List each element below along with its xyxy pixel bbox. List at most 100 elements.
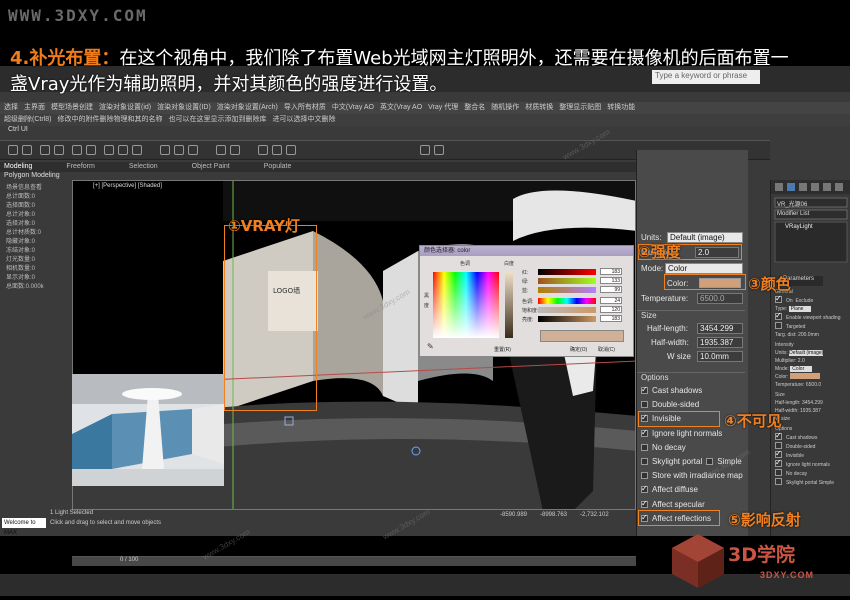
option-checkbox[interactable]: Cast shadows <box>641 385 749 400</box>
render-setup-icon[interactable] <box>272 145 282 155</box>
hue-spectrum[interactable] <box>433 272 499 338</box>
mode-select[interactable]: Color <box>665 263 743 274</box>
menu-item[interactable]: 渲染对象设置(ID) <box>157 104 211 111</box>
undo-icon[interactable] <box>8 145 18 155</box>
no-decay-checkbox[interactable]: No decay <box>775 469 849 478</box>
redo-icon[interactable] <box>22 145 32 155</box>
snap-icon[interactable] <box>160 145 170 155</box>
menu-item[interactable]: 也可以在这里显示添加到删除库 <box>168 116 266 123</box>
reset-button[interactable]: 重置(R) <box>494 346 511 355</box>
link-icon[interactable] <box>40 145 50 155</box>
hue-input[interactable]: 24 <box>600 297 622 304</box>
material-editor-icon[interactable] <box>258 145 268 155</box>
targeted-checkbox[interactable]: Targeted <box>775 322 849 331</box>
ui-chip[interactable]: Ctrl UI <box>4 126 32 136</box>
blue-slider[interactable] <box>538 287 596 293</box>
tab-freeform[interactable]: Freeform <box>66 163 94 170</box>
ignore-normals-checkbox[interactable]: Ignore light normals <box>775 458 849 469</box>
tab-modeling[interactable]: Modeling <box>4 163 32 170</box>
menu-item[interactable]: 主界面 <box>24 104 45 111</box>
tab-selection[interactable]: Selection <box>129 163 158 170</box>
exclude-button[interactable]: Exclude <box>795 298 813 304</box>
cancel-button[interactable]: 取消(C) <box>598 346 615 355</box>
option-checkbox[interactable]: Store with irradiance map <box>641 471 749 485</box>
align-icon[interactable] <box>230 145 240 155</box>
units-select[interactable]: Default (image) <box>789 350 824 356</box>
checkbox-icon[interactable] <box>706 457 714 465</box>
select-icon[interactable] <box>72 145 82 155</box>
angle-snap-icon[interactable] <box>174 145 184 155</box>
option-checkbox[interactable]: Affect diffuse <box>641 484 749 499</box>
menu-item[interactable]: 进可以选择中文删除 <box>272 116 335 123</box>
eyedropper-icon[interactable]: ✎ <box>427 342 434 351</box>
half-width-input[interactable]: 1935.387 <box>697 337 743 348</box>
saturation-input[interactable]: 120 <box>600 306 622 313</box>
menu-item[interactable]: 导入所有材质 <box>284 104 326 111</box>
red-input[interactable]: 183 <box>600 268 622 275</box>
value-input[interactable]: 183 <box>600 315 622 322</box>
whiteness-bar[interactable] <box>505 272 513 338</box>
maxscript-listener[interactable]: Welcome to MAX <box>2 518 46 536</box>
menu-item[interactable]: 修改中的附件删除物理和其的名称 <box>57 116 162 123</box>
menu-item[interactable]: 超级删除(Ctrl8) <box>4 116 51 123</box>
object-name-field[interactable]: VR_光源06 <box>777 199 807 208</box>
double-sided-checkbox[interactable]: Double-sided <box>775 442 849 451</box>
modifier-stack-item[interactable]: VRayLight <box>785 224 813 230</box>
menu-item[interactable]: 选择 <box>4 104 18 111</box>
polygon-modeling-label[interactable]: Polygon Modeling <box>4 172 60 179</box>
tab-object-paint[interactable]: Object Paint <box>192 163 230 170</box>
type-select[interactable]: Plane <box>788 306 812 312</box>
menu-item[interactable]: 整理显示贴图 <box>559 104 601 111</box>
invisible-checkbox[interactable]: Invisible <box>775 449 849 460</box>
multiplier-input[interactable]: 2.0 <box>798 358 805 364</box>
z-coordinate[interactable]: -2,732.102 <box>580 512 609 518</box>
value-slider[interactable] <box>538 316 596 322</box>
scale-icon[interactable] <box>132 145 142 155</box>
temperature-input[interactable]: 6500.0 <box>697 293 743 304</box>
hue-slider[interactable] <box>538 298 596 304</box>
unlink-icon[interactable] <box>54 145 64 155</box>
color-swatch[interactable] <box>789 373 820 379</box>
percent-snap-icon[interactable] <box>188 145 198 155</box>
ok-button[interactable]: 确定(O) <box>570 346 587 355</box>
rotate-icon[interactable] <box>118 145 128 155</box>
half-width-input[interactable]: 1935.387 <box>800 408 821 414</box>
y-coordinate[interactable]: -8998.763 <box>540 512 567 518</box>
temperature-input[interactable]: 6500.0 <box>806 382 821 388</box>
select-region-icon[interactable] <box>86 145 96 155</box>
viewport-shading-checkbox[interactable]: Enable viewport shading <box>775 311 849 322</box>
menu-item[interactable]: 中文(Vray AO <box>332 104 374 111</box>
green-slider[interactable] <box>538 278 596 284</box>
menu-item[interactable]: 渲染对象设置(Arch) <box>217 104 278 111</box>
viewport-label[interactable]: [+] [Perspective] [Shaded] <box>93 183 162 189</box>
menu-item[interactable]: 英文(Vray AO <box>380 104 422 111</box>
mode-select[interactable]: Color <box>790 366 813 372</box>
menu-item[interactable]: 模型场景创建 <box>51 104 93 111</box>
on-checkbox[interactable]: On Exclude <box>775 294 849 305</box>
menu-item[interactable]: 渲染对象设置(id) <box>99 104 151 111</box>
menu-item[interactable]: 随机操作 <box>491 104 519 111</box>
w-size-input[interactable]: 10.0mm <box>697 351 743 362</box>
half-length-input[interactable]: 3454.299 <box>802 400 823 406</box>
frame-buffer-icon[interactable] <box>434 145 444 155</box>
x-coordinate[interactable]: -8590.989 <box>500 512 527 518</box>
targ-dist-input[interactable]: 200.0mm <box>798 332 819 338</box>
timeline[interactable]: 0 / 100 <box>72 556 636 566</box>
skylight-checkbox[interactable]: Skylight portal Simple <box>775 478 849 487</box>
render-icon[interactable] <box>286 145 296 155</box>
menu-item[interactable]: 材质转换 <box>525 104 553 111</box>
red-slider[interactable] <box>538 269 596 275</box>
half-length-input[interactable]: 3454.299 <box>697 323 743 334</box>
dialog-title[interactable]: 颜色选择器: color <box>420 246 633 256</box>
teapot-icon[interactable] <box>420 145 430 155</box>
blue-input[interactable]: 99 <box>600 286 622 293</box>
color-picker-dialog[interactable]: 颜色选择器: color 色调 白度 黑 度 ✎ 红: 183 绿: 133 蓝… <box>419 245 634 357</box>
menu-item[interactable]: Vray 代理 <box>428 104 458 111</box>
move-icon[interactable] <box>104 145 114 155</box>
tab-populate[interactable]: Populate <box>264 163 292 170</box>
saturation-slider[interactable] <box>538 307 596 313</box>
menu-item[interactable]: 转换功能 <box>607 104 635 111</box>
mirror-icon[interactable] <box>216 145 226 155</box>
cast-shadows-checkbox[interactable]: Cast shadows <box>775 431 849 442</box>
menu-item[interactable]: 整合名 <box>464 104 485 111</box>
